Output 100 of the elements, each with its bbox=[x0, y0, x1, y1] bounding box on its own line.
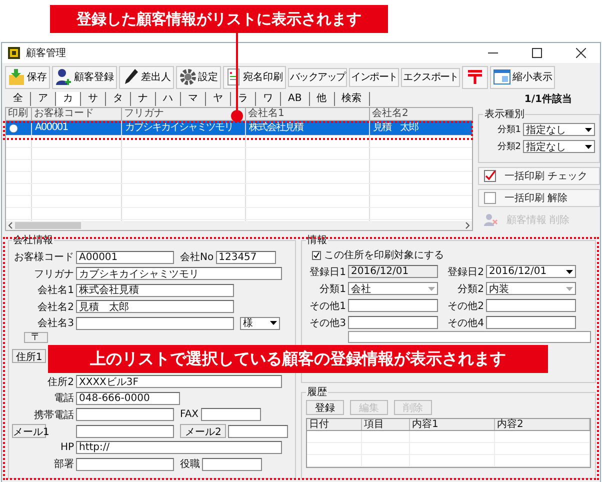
field-label: 分類2 bbox=[456, 282, 484, 296]
input-field[interactable]: カブシキカイシャミツモリ bbox=[76, 267, 282, 280]
kana-tab[interactable]: ワ bbox=[256, 92, 281, 106]
column-header[interactable]: 項目 bbox=[362, 419, 410, 430]
field-button[interactable]: 〒 bbox=[24, 332, 48, 342]
kana-tab[interactable]: AB bbox=[281, 92, 310, 106]
input-field[interactable]: http:// bbox=[76, 441, 282, 454]
column-header[interactable]: 内容1 bbox=[410, 419, 495, 430]
horizontal-scrollbar[interactable] bbox=[6, 221, 472, 230]
input-field[interactable] bbox=[200, 408, 261, 422]
checkbox-checked-icon bbox=[484, 170, 496, 182]
field-label: HP bbox=[59, 442, 74, 454]
toolbar-button[interactable]: 差出人 bbox=[119, 66, 174, 88]
input-field[interactable]: A00001 bbox=[76, 250, 174, 264]
dropdown[interactable]: 2016/12/01 bbox=[486, 265, 576, 278]
window-icon bbox=[493, 69, 512, 85]
input-field[interactable] bbox=[76, 408, 174, 422]
field-button[interactable]: メール1 bbox=[12, 424, 46, 438]
toolbar-button[interactable]: 設定 bbox=[176, 66, 221, 88]
dropdown[interactable]: 会社 bbox=[348, 282, 438, 295]
column-header[interactable]: 会社名1 bbox=[246, 108, 370, 120]
column-header[interactable]: 会社名2 bbox=[370, 108, 472, 120]
kana-tab[interactable]: サ bbox=[81, 92, 106, 106]
input-field[interactable] bbox=[486, 316, 576, 329]
input-field[interactable]: XXXXビル3F bbox=[76, 375, 282, 388]
input-field[interactable] bbox=[76, 424, 174, 438]
checkbox[interactable] bbox=[312, 250, 321, 260]
kana-tab[interactable]: マ bbox=[181, 92, 206, 106]
window-title: 顧客管理 bbox=[26, 46, 66, 60]
maximize-icon[interactable] bbox=[532, 48, 542, 58]
field-label: 分類1 bbox=[318, 282, 346, 296]
field-label: 登録日2 bbox=[446, 266, 484, 278]
field-label: 携帯電話 bbox=[33, 408, 74, 422]
toolbar-button[interactable]: 宛名印刷 bbox=[223, 66, 286, 88]
kana-tab[interactable]: ヤ bbox=[206, 92, 231, 106]
dropdown[interactable]: 様 bbox=[240, 316, 280, 330]
pen-icon bbox=[122, 68, 140, 86]
field-button[interactable]: 住所1 bbox=[12, 349, 46, 364]
callout-banner: 上のリストで選択している顧客の登録情報が表示されます bbox=[48, 345, 548, 373]
column-header[interactable]: 内容2 bbox=[495, 419, 590, 430]
toolbar-button[interactable]: 保存 bbox=[5, 66, 50, 88]
field-label: お客様コード bbox=[13, 250, 74, 264]
dropdown[interactable]: 指定なし bbox=[523, 123, 595, 136]
input-field[interactable]: 見積 太郎 bbox=[76, 300, 234, 314]
toolbar-button[interactable]: 顧客登録 bbox=[52, 66, 117, 88]
caret-icon bbox=[270, 321, 277, 326]
field-label: 分類2 bbox=[497, 140, 521, 153]
input-field[interactable]: 株式会社見積 bbox=[76, 284, 234, 297]
arrow-right-icon[interactable] bbox=[465, 222, 470, 229]
toolbar-button[interactable]: 縮小表示 bbox=[490, 66, 556, 88]
kana-tab[interactable]: 他 bbox=[310, 92, 335, 106]
caret-icon bbox=[566, 286, 573, 290]
field-button[interactable]: メール2 bbox=[180, 424, 226, 438]
postal-button[interactable] bbox=[462, 66, 488, 88]
toolbar-button[interactable]: エクスポート bbox=[401, 68, 460, 86]
kana-tab[interactable]: ラ bbox=[231, 92, 256, 106]
field-label: その他2 bbox=[446, 300, 484, 312]
input-field[interactable] bbox=[228, 424, 288, 438]
toolbar-button[interactable]: バックアップ bbox=[288, 68, 348, 86]
column-header[interactable]: 印刷 bbox=[6, 108, 32, 120]
folder-icon bbox=[8, 68, 26, 86]
match-count: 1/1件該当 bbox=[524, 92, 572, 106]
input-field[interactable] bbox=[348, 316, 438, 329]
kana-tab[interactable]: 検索 bbox=[334, 92, 370, 106]
caret-icon bbox=[566, 270, 573, 274]
input-field[interactable] bbox=[486, 299, 576, 312]
input-field[interactable]: 048-666-0000 bbox=[76, 392, 180, 405]
input-field[interactable]: 123457 bbox=[216, 250, 276, 264]
input-field[interactable]: 2016/12/01 bbox=[348, 265, 438, 278]
field-label: 会社名1 bbox=[36, 284, 74, 298]
field-label: FAX bbox=[180, 409, 199, 420]
checkbox-icon bbox=[484, 192, 496, 204]
kana-tab[interactable]: ナ bbox=[131, 92, 156, 106]
gear-icon bbox=[179, 68, 197, 86]
action-button[interactable]: 一括印刷 解除 bbox=[478, 189, 600, 207]
input-field[interactable] bbox=[76, 458, 174, 471]
history-button[interactable]: 登録 bbox=[306, 400, 344, 415]
field-label: 登録日1 bbox=[308, 266, 346, 278]
toolbar-button[interactable]: インポート bbox=[349, 68, 400, 86]
field-label: その他4 bbox=[446, 316, 484, 330]
field-label: 住所2 bbox=[46, 376, 74, 389]
close-icon[interactable] bbox=[576, 48, 586, 58]
kana-tab[interactable]: ハ bbox=[156, 92, 181, 106]
dropdown[interactable]: 内装 bbox=[486, 282, 576, 295]
input-field[interactable] bbox=[76, 316, 234, 330]
group-title: 表示種別 bbox=[483, 108, 526, 121]
action-button[interactable]: 一括印刷 チェック bbox=[478, 167, 600, 185]
input-field[interactable] bbox=[348, 299, 438, 312]
memo-field[interactable] bbox=[348, 331, 591, 343]
kana-tab[interactable]: タ bbox=[106, 92, 131, 106]
kana-tab[interactable]: カ bbox=[56, 92, 81, 106]
arrow-left-icon[interactable] bbox=[8, 222, 13, 229]
field-label: 部署 bbox=[53, 458, 74, 472]
group-title: 履歴 bbox=[306, 386, 328, 399]
column-header[interactable]: 日付 bbox=[307, 419, 362, 430]
dropdown[interactable]: 指定なし bbox=[523, 140, 595, 153]
kana-tab[interactable]: 全 bbox=[6, 92, 31, 106]
input-field[interactable] bbox=[202, 458, 262, 471]
field-label: 分類1 bbox=[497, 124, 521, 136]
field-label: 会社No bbox=[180, 250, 214, 264]
